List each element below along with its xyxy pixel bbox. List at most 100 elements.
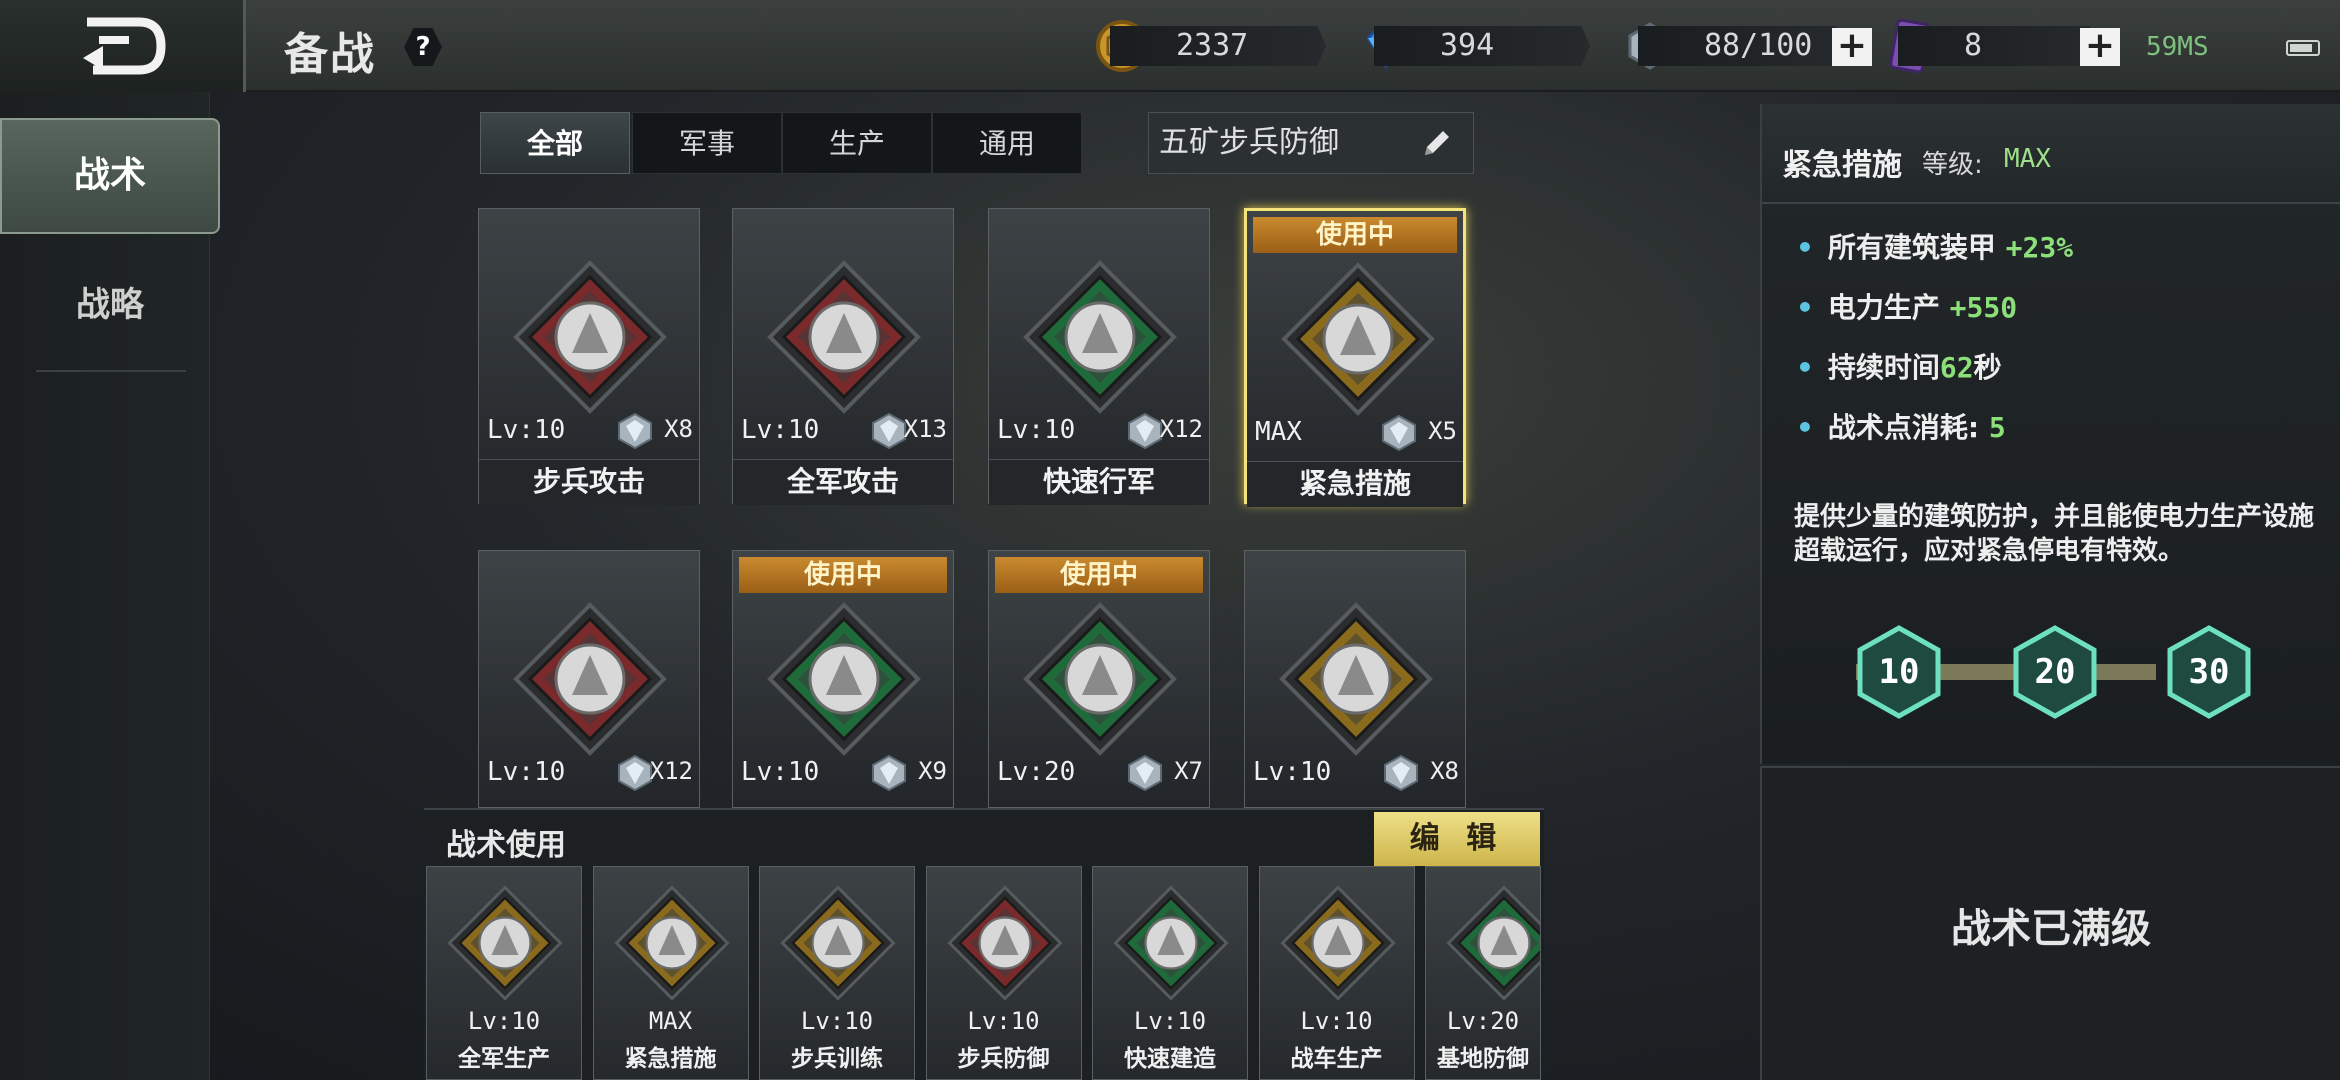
infantry-training-icon bbox=[780, 885, 896, 1001]
stat-value: 62 bbox=[1939, 351, 1974, 384]
armor-shield-icon bbox=[1446, 885, 1540, 1001]
tactic-crystal-icon bbox=[872, 754, 906, 792]
preset-name-field[interactable]: 五矿步兵防御 bbox=[1148, 112, 1474, 174]
slot-name: 快速建造 bbox=[1124, 1046, 1216, 1072]
usage-slot[interactable]: Lv:10 全军生产 bbox=[426, 866, 582, 1080]
page-title: 备战 bbox=[284, 29, 376, 80]
stat-armor: • 所有建筑装甲 +23% bbox=[1796, 231, 2074, 264]
stat-label: 电力生产 bbox=[1827, 291, 1940, 324]
gold-counter: 2337 bbox=[1110, 26, 1326, 66]
add-tactic-points-button[interactable]: + bbox=[1832, 28, 1872, 66]
card-name: 紧急措施 bbox=[1247, 461, 1463, 507]
card-level: Lv:10 bbox=[1253, 757, 1332, 787]
card-level: Lv:20 bbox=[997, 757, 1076, 787]
usage-slot[interactable]: Lv:10 步兵训练 bbox=[759, 866, 915, 1080]
slot-level: Lv:10 bbox=[1133, 1007, 1207, 1035]
help-button[interactable]: ? bbox=[404, 28, 442, 66]
tactic-crystal-icon bbox=[1384, 754, 1418, 792]
card-emblem bbox=[764, 599, 924, 759]
slot-name: 紧急措施 bbox=[624, 1046, 717, 1072]
slot-level: Lv:20 bbox=[1446, 1007, 1520, 1035]
card-level: Lv:10 bbox=[741, 415, 820, 445]
construction-crane-icon bbox=[767, 602, 921, 756]
usage-slot[interactable]: Lv:10 步兵防御 bbox=[925, 866, 1082, 1080]
level-node-label: 10 bbox=[1878, 652, 1920, 692]
level-node-30: 30 bbox=[2166, 624, 2252, 720]
card-level: Lv:10 bbox=[997, 415, 1076, 445]
army-attack-icon bbox=[767, 260, 921, 414]
filter-tab-all[interactable]: 全部 bbox=[480, 112, 630, 174]
usage-slot[interactable]: Lv:10 战车生产 bbox=[1258, 866, 1415, 1080]
pencil-icon[interactable] bbox=[1419, 127, 1453, 161]
slot-name: 全军生产 bbox=[458, 1046, 550, 1072]
usage-slot[interactable]: Lv:10 快速建造 bbox=[1092, 866, 1248, 1080]
card-count: X5 bbox=[1428, 417, 1457, 445]
back-button[interactable] bbox=[0, 0, 246, 92]
filter-tab-military[interactable]: 军事 bbox=[632, 112, 782, 174]
sidebar bbox=[0, 92, 210, 1080]
tab-tactics[interactable]: 战术 bbox=[0, 118, 220, 234]
battery-icon bbox=[2286, 40, 2320, 56]
tactic-detail-panel: 紧急措施 等级: MAX • 所有建筑装甲 +23% • 电力生产 +550 • 持续… bbox=[1760, 104, 2340, 764]
level-node-20: 20 bbox=[2012, 624, 2098, 720]
tactic-card[interactable]: 使用中 MAX X5 紧急措施 bbox=[1244, 208, 1466, 507]
tactic-card[interactable]: Lv:10 X8 步兵攻击 bbox=[478, 208, 700, 505]
card-emblem bbox=[764, 257, 924, 417]
rapid-march-icon bbox=[1023, 260, 1177, 414]
stat-label: 战术点消耗: bbox=[1827, 411, 1980, 444]
in-use-badge: 使用中 bbox=[1253, 217, 1457, 253]
jet-gear-icon bbox=[1279, 602, 1433, 756]
upgrade-panel: 战术已满级 bbox=[1760, 766, 2340, 1080]
in-use-badge: 使用中 bbox=[995, 557, 1203, 593]
card-count: X12 bbox=[1159, 415, 1203, 443]
card-count: X8 bbox=[664, 415, 693, 443]
stat-value: +23% bbox=[2005, 231, 2074, 264]
tactic-card[interactable]: Lv:10 X13 全军攻击 bbox=[732, 208, 954, 505]
tank-production-icon bbox=[1279, 885, 1396, 1001]
tactic-card[interactable]: Lv:10 X12 bbox=[478, 550, 700, 808]
tactic-card[interactable]: 使用中 Lv:20 X7 bbox=[988, 550, 1210, 808]
detail-header: 紧急措施 等级: MAX bbox=[1762, 104, 2340, 204]
card-emblem bbox=[1276, 599, 1436, 759]
diamond-counter: 394 bbox=[1374, 26, 1590, 66]
add-cards-button[interactable]: + bbox=[2080, 28, 2120, 66]
level-node-label: 30 bbox=[2188, 652, 2230, 692]
card-name: 全军攻击 bbox=[733, 459, 953, 505]
emergency-dome-icon bbox=[1281, 262, 1435, 416]
slot-emblem bbox=[1111, 883, 1231, 1003]
detail-level: MAX bbox=[2004, 144, 2051, 174]
edit-button[interactable]: 编 辑 bbox=[1374, 812, 1540, 866]
slot-emblem bbox=[445, 883, 565, 1003]
infantry-attack-icon bbox=[513, 260, 667, 414]
filter-tab-production[interactable]: 生产 bbox=[782, 112, 932, 174]
construction-crane-icon bbox=[1113, 885, 1229, 1001]
network-latency: 59MS bbox=[2146, 32, 2209, 62]
stat-power: • 电力生产 +550 bbox=[1796, 291, 2018, 324]
tactic-card[interactable]: Lv:10 X12 快速行军 bbox=[988, 208, 1210, 505]
card-emblem bbox=[1020, 599, 1180, 759]
stat-duration: • 持续时间62秒 bbox=[1796, 351, 2002, 384]
usage-slot[interactable]: Lv:20 基地防御 bbox=[1425, 866, 1541, 1080]
card-counter: 8 bbox=[1898, 26, 2098, 66]
tank-icon bbox=[513, 602, 667, 756]
slot-name: 步兵防御 bbox=[957, 1046, 1050, 1072]
usage-slot[interactable]: MAX 紧急措施 bbox=[592, 866, 749, 1080]
sidebar-divider bbox=[36, 370, 186, 372]
tactic-crystal-icon bbox=[1128, 754, 1162, 792]
tactic-crystal-icon bbox=[1382, 414, 1416, 452]
slot-emblem bbox=[1444, 883, 1540, 1003]
slot-name: 战车生产 bbox=[1290, 1046, 1383, 1072]
card-level: MAX bbox=[1255, 417, 1302, 447]
tactic-card[interactable]: Lv:10 X8 bbox=[1244, 550, 1466, 808]
card-count: X7 bbox=[1174, 757, 1203, 785]
in-use-badge: 使用中 bbox=[739, 557, 947, 593]
armor-shield-icon bbox=[1023, 602, 1177, 756]
detail-level-label: 等级: bbox=[1922, 150, 1983, 180]
stat-cost: • 战术点消耗: 5 bbox=[1796, 411, 2006, 444]
level-node-label: 20 bbox=[2034, 652, 2076, 692]
filter-tab-general[interactable]: 通用 bbox=[932, 112, 1082, 174]
tactic-card[interactable]: 使用中 Lv:10 X9 bbox=[732, 550, 954, 808]
tab-strategy[interactable]: 战略 bbox=[0, 250, 220, 360]
slot-level: Lv:10 bbox=[1300, 1007, 1373, 1035]
usage-title: 战术使用 bbox=[446, 828, 566, 863]
